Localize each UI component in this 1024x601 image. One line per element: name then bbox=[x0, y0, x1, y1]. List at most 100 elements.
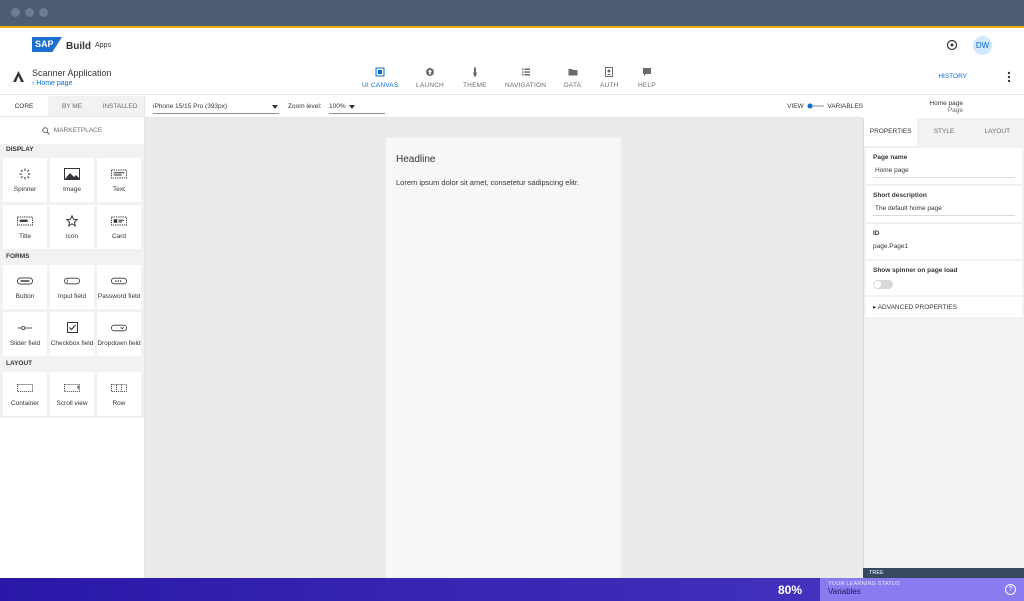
canvas-text[interactable]: Lorem ipsum dolor sit amet, consetetur s… bbox=[396, 178, 579, 187]
component-card[interactable]: Card bbox=[97, 205, 141, 249]
more-options-icon[interactable] bbox=[1007, 71, 1011, 83]
component-dropdown-field[interactable]: Dropdown field bbox=[97, 312, 141, 356]
component-row[interactable]: Row bbox=[97, 372, 141, 416]
tab-data[interactable]: DATA bbox=[564, 66, 581, 89]
component-slider-field[interactable]: Slider field bbox=[3, 312, 47, 356]
marketplace-label: MARKETPLACE bbox=[53, 127, 103, 134]
component-text[interactable]: Text bbox=[97, 158, 141, 202]
advanced-properties-label: ADVANCED PROPERTIES bbox=[877, 304, 957, 311]
breadcrumb-label[interactable]: Home page bbox=[36, 80, 72, 87]
view-variables-toggle[interactable]: VIEW VARIABLES bbox=[787, 100, 863, 113]
tab-ui-canvas-label: UI CANVAS bbox=[362, 82, 399, 89]
sap-logo: SAP bbox=[32, 37, 62, 52]
component-label: Slider field bbox=[9, 339, 41, 347]
help-icon bbox=[641, 66, 653, 78]
component-label: Dropdown field bbox=[97, 339, 141, 347]
password-field-icon bbox=[111, 275, 127, 287]
avatar[interactable]: DW bbox=[973, 36, 992, 55]
component-icon[interactable]: Icon bbox=[50, 205, 94, 249]
component-button[interactable]: Button bbox=[3, 265, 47, 309]
shell-bar: SAP Build Apps DW bbox=[0, 30, 1024, 62]
container-icon bbox=[17, 382, 33, 394]
ui-canvas: Headline Lorem ipsum dolor sit amet, con… bbox=[145, 118, 863, 578]
title-icon bbox=[17, 215, 33, 227]
short-description-field[interactable]: The default home page bbox=[873, 205, 1015, 216]
section-display: DISPLAY bbox=[0, 144, 144, 156]
component-password-field[interactable]: Password field bbox=[97, 265, 141, 309]
image-icon bbox=[64, 167, 80, 180]
component-spinner[interactable]: Spinner bbox=[3, 158, 47, 202]
tab-by-me[interactable]: BY ME bbox=[48, 96, 96, 116]
navigation-icon bbox=[520, 66, 532, 78]
component-title[interactable]: Title bbox=[3, 205, 47, 249]
tab-installed[interactable]: INSTALLED bbox=[96, 96, 144, 116]
view-label: VIEW bbox=[787, 103, 804, 110]
history-button[interactable]: HISTORY bbox=[938, 73, 967, 80]
help-icon[interactable]: ? bbox=[1005, 584, 1016, 595]
app-logo-icon bbox=[13, 71, 24, 82]
tab-launch-label: LAUNCH bbox=[416, 82, 444, 89]
window-minimize-icon[interactable] bbox=[25, 8, 34, 17]
text-icon bbox=[111, 168, 127, 180]
component-label: Text bbox=[113, 185, 125, 193]
tab-layout[interactable]: LAYOUT bbox=[970, 118, 1024, 146]
component-library-panel: CORE BY ME INSTALLED MARKETPLACE DISPLAY… bbox=[0, 96, 145, 578]
tree-panel-header[interactable]: TREE bbox=[863, 568, 1024, 578]
page-name-field[interactable]: Home page bbox=[873, 167, 1015, 178]
tab-auth-label: AUTH bbox=[600, 82, 619, 89]
display-components: Spinner Image Text Title Icon Card bbox=[0, 156, 144, 251]
spinner-toggle[interactable] bbox=[873, 280, 893, 289]
tab-navigation[interactable]: NAVIGATION bbox=[505, 66, 546, 89]
tab-launch[interactable]: LAUNCH bbox=[416, 66, 444, 89]
zoom-select[interactable]: 100% bbox=[329, 100, 385, 114]
component-checkbox-field[interactable]: Checkbox field bbox=[50, 312, 94, 356]
phone-preview[interactable]: Headline Lorem ipsum dolor sit amet, con… bbox=[386, 138, 621, 578]
chevron-down-icon bbox=[272, 105, 278, 109]
tab-theme[interactable]: THEME bbox=[463, 66, 487, 89]
breadcrumb[interactable]: › Home page bbox=[32, 80, 72, 87]
component-input-field[interactable]: Input field bbox=[50, 265, 94, 309]
auth-icon bbox=[603, 66, 615, 78]
forms-components: Button Input field Password field Slider… bbox=[0, 263, 144, 358]
layout-components: Container Scroll view Row bbox=[0, 370, 144, 418]
component-container[interactable]: Container bbox=[3, 372, 47, 416]
card-icon bbox=[111, 215, 127, 227]
tab-properties[interactable]: PROPERTIES bbox=[864, 118, 918, 146]
tab-core[interactable]: CORE bbox=[0, 96, 48, 116]
marketplace-button[interactable]: MARKETPLACE bbox=[0, 117, 144, 144]
learning-status-bar: 80% YOUR LEARNING STATUS Variables ? bbox=[0, 578, 1024, 601]
button-icon bbox=[17, 275, 33, 287]
tab-style[interactable]: STYLE bbox=[917, 118, 971, 146]
learning-status-panel[interactable]: YOUR LEARNING STATUS Variables ? bbox=[820, 578, 1024, 601]
brand-subtitle: Apps bbox=[95, 42, 111, 49]
id-value: page.Page1 bbox=[873, 243, 909, 250]
learning-status-value: Variables bbox=[828, 587, 861, 596]
spinner-label: Show spinner on page load bbox=[873, 267, 958, 274]
tab-ui-canvas[interactable]: UI CANVAS bbox=[362, 66, 398, 89]
dropdown-icon bbox=[111, 322, 127, 334]
toggle-switch-icon[interactable] bbox=[806, 103, 826, 109]
device-select[interactable]: iPhone 15/15 Pro (393px) bbox=[153, 100, 279, 114]
row-icon bbox=[111, 382, 127, 394]
search-icon bbox=[42, 126, 50, 135]
id-property: ID page.Page1 bbox=[866, 224, 1022, 259]
zoom-label: Zoom level: bbox=[288, 103, 322, 110]
spinner-icon bbox=[17, 168, 33, 180]
tab-auth[interactable]: AUTH bbox=[600, 66, 619, 89]
slider-icon bbox=[17, 322, 33, 334]
tab-theme-label: THEME bbox=[463, 82, 487, 89]
ui-canvas-icon bbox=[374, 66, 386, 78]
section-layout: LAYOUT bbox=[0, 358, 144, 370]
window-maximize-icon[interactable] bbox=[39, 8, 48, 17]
device-select-value: iPhone 15/15 Pro (393px) bbox=[153, 103, 228, 110]
support-icon[interactable] bbox=[946, 39, 958, 51]
window-close-icon[interactable] bbox=[11, 8, 20, 17]
selected-page-title: Home page bbox=[929, 100, 963, 107]
component-scroll-view[interactable]: Scroll view bbox=[50, 372, 94, 416]
component-image[interactable]: Image bbox=[50, 158, 94, 202]
window-titlebar bbox=[0, 0, 1024, 28]
canvas-headline[interactable]: Headline bbox=[396, 154, 435, 165]
tab-help[interactable]: HELP bbox=[638, 66, 656, 89]
advanced-properties-toggle[interactable]: ▸ ADVANCED PROPERTIES bbox=[866, 297, 1022, 317]
library-tabs: CORE BY ME INSTALLED bbox=[0, 96, 144, 117]
